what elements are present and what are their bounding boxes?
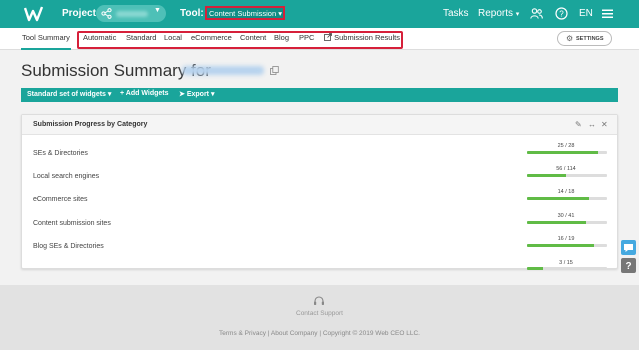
category-count: 56 / 114 [556,166,576,172]
category-progress-bar [527,151,607,154]
export-dropdown[interactable]: ➤ Export ▾ [179,90,214,98]
category-progress-bar [527,197,607,200]
category-count: 16 / 19 [557,236,575,242]
chevron-down-icon: ▼ [154,7,161,14]
tab-blog[interactable]: Blog [274,33,289,42]
tab-local[interactable]: Local [164,33,182,42]
footer: Contact Support Terms & Privacy | About … [0,285,639,350]
category-label: Blog SEs & Directories [33,243,104,250]
help-icon[interactable]: ? [555,7,568,20]
tab-ppc[interactable]: PPC [299,33,314,42]
tab-content[interactable]: Content [240,33,266,42]
hamburger-menu-icon[interactable] [601,7,614,20]
contact-support-link[interactable]: Contact Support [0,310,639,317]
share-icon [101,8,112,19]
category-count: 30 / 41 [557,213,575,219]
svg-text:?: ? [559,10,564,19]
settings-button[interactable]: ⚙ SETTINGS [557,31,612,46]
question-icon: ? [625,261,631,272]
language-selector[interactable]: EN [579,8,593,19]
category-progress-bar [527,174,607,177]
top-bar: Project: ▼ Tool: Content Submission ▾ Ta… [0,0,639,28]
help-tab[interactable]: ? [621,258,636,273]
category-label: SEs & Directories [33,150,88,157]
add-widgets-button[interactable]: + Add Widgets [120,90,168,97]
progress-fill [527,197,590,200]
tab-ecommerce[interactable]: eCommerce [191,33,232,42]
reports-menu[interactable]: Reports ▾ [478,8,519,19]
project-selector[interactable]: ▼ [96,5,166,22]
progress-fill [527,151,599,154]
svg-text:?: ? [625,261,631,272]
edit-icon[interactable]: ✎ [575,120,582,129]
chat-tab[interactable] [621,240,636,255]
widget-set-dropdown[interactable]: Standard set of widgets ▾ [27,90,111,98]
chat-icon [624,244,633,252]
category-progress-bar [527,267,607,270]
progress-fill [527,267,543,270]
submission-progress-widget: Submission Progress by Category ✎ ↔ ✕ SE… [21,114,618,270]
category-progress-bar [527,221,607,224]
category-label: Local search engines [33,173,100,180]
tasks-link[interactable]: Tasks [443,8,469,19]
project-name-redacted [182,66,264,75]
tab-submission-results[interactable]: Submission Results [324,33,400,42]
webceo-logo[interactable] [24,5,44,23]
widget-header: Submission Progress by Category ✎ ↔ ✕ [22,115,617,135]
footer-links[interactable]: Terms & Privacy | About Company | Copyri… [0,330,639,337]
headset-icon[interactable] [313,295,325,307]
resize-icon[interactable]: ↔ [588,120,596,129]
widget-title: Submission Progress by Category [33,121,148,128]
tool-label: Tool: [180,8,204,19]
progress-fill [527,221,586,224]
users-icon[interactable] [530,7,543,20]
category-label: Content submission sites [33,220,111,227]
close-icon[interactable]: ✕ [601,120,608,129]
tool-nav-bar: Tool Summary Automatic Standard Local eC… [0,28,639,50]
project-name-redacted [116,11,148,17]
send-icon: ➤ [179,91,185,98]
gear-icon: ⚙ [566,34,574,43]
category-count: 14 / 18 [557,189,575,195]
tab-tool-summary[interactable]: Tool Summary [21,28,71,50]
category-count: 25 / 28 [557,143,575,149]
tab-standard[interactable]: Standard [126,33,156,42]
dashboard-toolbar: Standard set of widgets ▾ + Add Widgets … [21,88,618,102]
category-count: 3 / 15 [559,260,573,266]
progress-fill [527,174,567,177]
tool-selector[interactable]: Content Submission ▾ [205,6,285,20]
progress-fill [527,244,595,247]
copy-icon[interactable] [270,66,279,75]
settings-label: SETTINGS [576,36,604,42]
category-progress-bar [527,244,607,247]
project-label: Project: [62,8,100,19]
tab-automatic[interactable]: Automatic [83,33,116,42]
external-link-icon [324,33,332,41]
category-label: eCommerce sites [33,196,88,203]
tool-selector-value: Content Submission ▾ [209,9,282,18]
